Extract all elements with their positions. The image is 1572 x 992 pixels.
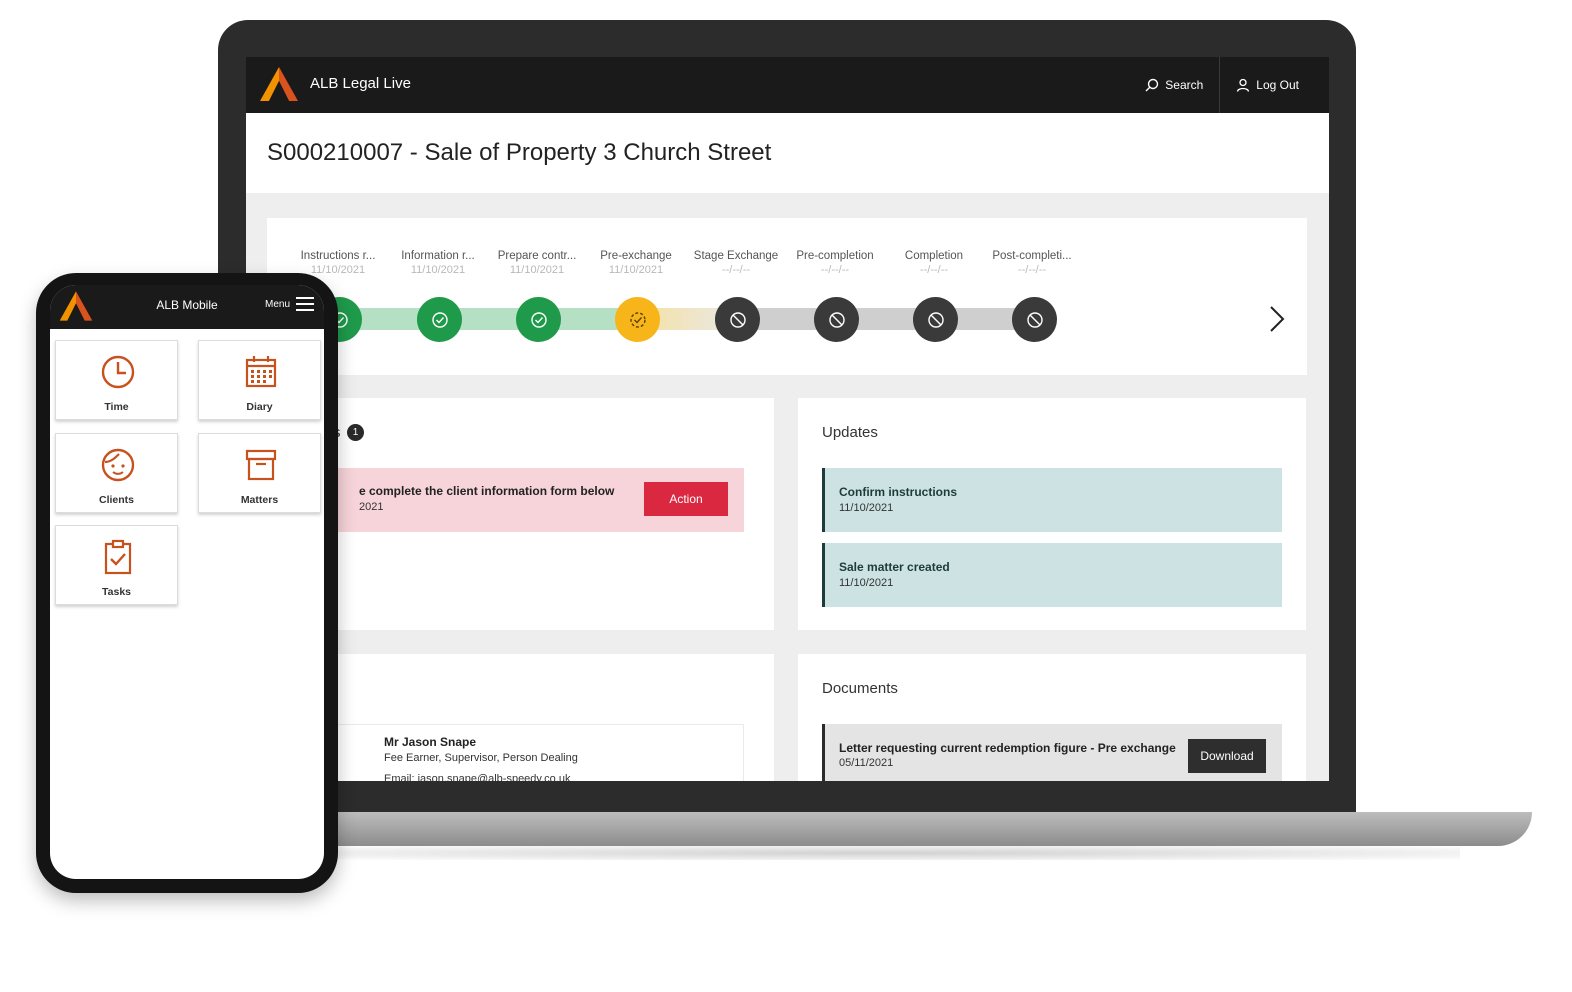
- update-date: 11/10/2021: [839, 577, 894, 589]
- update-name: Sale matter created: [839, 560, 950, 574]
- documents-card: Documents Letter requesting current rede…: [798, 654, 1306, 781]
- stage-5-not-started-dot[interactable]: [715, 297, 760, 342]
- update-item[interactable]: Sale matter created 11/10/2021: [822, 543, 1282, 607]
- menu-label: Menu: [264, 298, 290, 310]
- task-text: e complete the client information form b…: [359, 484, 615, 498]
- stage-6-not-started-dot[interactable]: [814, 297, 859, 342]
- tile-label: Matters: [240, 494, 279, 506]
- check-circle-icon: [431, 311, 448, 328]
- search-label: Search: [1165, 78, 1204, 92]
- stage-7-label: Completion --/--/--: [904, 250, 964, 276]
- hamburger-menu-icon: [296, 297, 314, 311]
- update-date: 11/10/2021: [839, 502, 894, 514]
- phone-frame: ALB Mobile Menu Time Diary Clients Matte…: [36, 273, 338, 893]
- stage-8-label: Post-completi... --/--/--: [992, 250, 1072, 276]
- tile-matters[interactable]: Matters: [198, 433, 321, 513]
- laptop-shadow: [300, 846, 1460, 860]
- stage-8-not-started-dot[interactable]: [1012, 297, 1057, 342]
- blocked-icon: [729, 311, 746, 328]
- updates-title: Updates: [822, 424, 878, 441]
- laptop-base: [230, 812, 1532, 846]
- tasks-card: s 1 e complete the client information fo…: [267, 398, 774, 630]
- page-title: S000210007 - Sale of Property 3 Church S…: [267, 139, 772, 166]
- archive-box-icon: [245, 449, 277, 481]
- search-icon: [1145, 78, 1159, 92]
- stage-3-complete-dot[interactable]: [516, 297, 561, 342]
- check-circle-icon: [530, 311, 547, 328]
- documents-title: Documents: [822, 680, 898, 697]
- tile-label: Tasks: [102, 586, 131, 598]
- clock-icon: [101, 355, 135, 389]
- tile-tasks[interactable]: Tasks: [55, 525, 178, 605]
- stage-3-label: Prepare contr... 11/10/2021: [497, 250, 577, 276]
- clipboard-check-icon: [104, 539, 132, 575]
- alb-logo-icon[interactable]: [258, 65, 300, 103]
- check-circle-icon: [629, 311, 646, 328]
- track-pending-segment: [737, 308, 1037, 330]
- marketing-stage: ALB Legal Live Search Log Out S000210007…: [0, 0, 1572, 992]
- page-header: S000210007 - Sale of Property 3 Church S…: [246, 113, 1329, 193]
- document-date: 05/11/2021: [839, 757, 894, 769]
- document-name: Letter requesting current redemption fig…: [839, 741, 1176, 755]
- chevron-right-icon[interactable]: [1263, 304, 1289, 334]
- stage-7-not-started-dot[interactable]: [913, 297, 958, 342]
- tile-label: Clients: [98, 494, 134, 506]
- tile-label: Time: [104, 401, 129, 413]
- download-button[interactable]: Download: [1188, 739, 1266, 773]
- stage-2-label: Information r... 11/10/2021: [401, 250, 475, 276]
- tile-time[interactable]: Time: [55, 340, 178, 420]
- stage-5-label: Stage Exchange --/--/--: [693, 250, 779, 276]
- stage-2-complete-dot[interactable]: [417, 297, 462, 342]
- app-title: ALB Legal Live: [310, 75, 411, 92]
- contact-name: Mr Jason Snape: [384, 735, 477, 749]
- top-actions: Search Log Out: [1129, 57, 1315, 113]
- contact-email[interactable]: Email: jason.snape@alb-speedy.co.uk: [384, 773, 570, 781]
- search-button[interactable]: Search: [1129, 57, 1219, 113]
- update-item[interactable]: Confirm instructions 11/10/2021: [822, 468, 1282, 532]
- stage-4-in-progress-dot[interactable]: [615, 297, 660, 342]
- tasks-count-badge: 1: [347, 424, 364, 441]
- stage-6-label: Pre-completion --/--/--: [796, 250, 874, 276]
- logout-button[interactable]: Log Out: [1219, 57, 1315, 113]
- task-item: e complete the client information form b…: [291, 468, 744, 532]
- client-face-icon: [101, 448, 135, 482]
- logout-label: Log Out: [1256, 78, 1299, 92]
- task-date: 2021: [359, 501, 384, 513]
- user-icon: [1237, 78, 1250, 92]
- tile-diary[interactable]: Diary: [198, 340, 321, 420]
- phone-menu-button[interactable]: Menu: [265, 296, 314, 312]
- update-name: Confirm instructions: [839, 485, 958, 499]
- blocked-icon: [828, 311, 845, 328]
- stage-tracker: Instructions r... 11/10/2021 Information …: [267, 218, 1307, 375]
- stage-4-label: Pre-exchange 11/10/2021: [600, 250, 672, 276]
- contact-item[interactable]: Mr Jason Snape Fee Earner, Supervisor, P…: [291, 724, 744, 781]
- blocked-icon: [1026, 311, 1043, 328]
- blocked-icon: [927, 311, 944, 328]
- tile-label: Diary: [246, 401, 273, 413]
- action-button[interactable]: Action: [644, 482, 728, 516]
- track-complete-segment: [337, 308, 637, 330]
- laptop-screen: ALB Legal Live Search Log Out S000210007…: [246, 57, 1329, 781]
- tile-clients[interactable]: Clients: [55, 433, 178, 513]
- contact-role: Fee Earner, Supervisor, Person Dealing: [384, 752, 578, 764]
- phone-header: ALB Mobile Menu: [50, 285, 324, 329]
- top-navigation-bar: ALB Legal Live Search Log Out: [246, 57, 1329, 113]
- contacts-card: Mr Jason Snape Fee Earner, Supervisor, P…: [267, 654, 774, 781]
- phone-screen: ALB Mobile Menu Time Diary Clients Matte…: [50, 285, 324, 879]
- document-item: Letter requesting current redemption fig…: [822, 724, 1282, 781]
- calendar-icon: [245, 356, 277, 388]
- updates-card: Updates Confirm instructions 11/10/2021 …: [798, 398, 1306, 630]
